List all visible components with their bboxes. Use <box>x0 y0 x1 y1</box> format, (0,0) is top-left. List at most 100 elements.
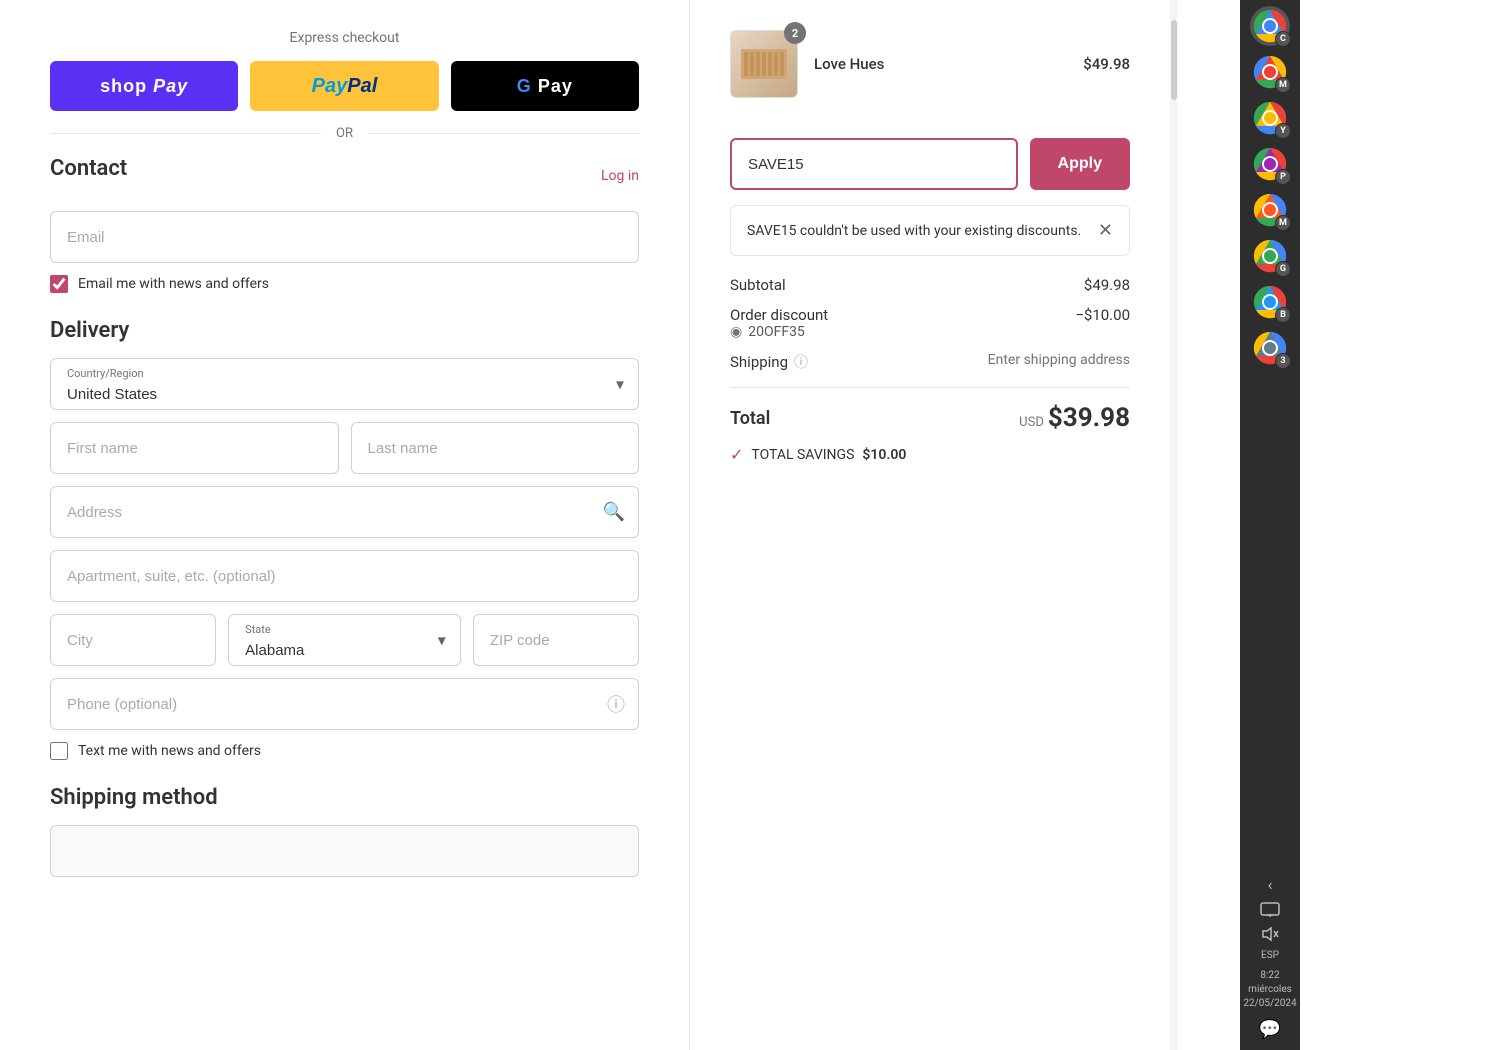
apply-button[interactable]: Apply <box>1030 138 1130 190</box>
chrome-c-avatar: C <box>1275 31 1291 47</box>
product-name: Love Hues <box>814 55 1067 73</box>
order-discount-line: Order discount ◉ 20OFF35 −$10.00 <box>730 306 1130 340</box>
last-name-field[interactable] <box>351 422 640 474</box>
discount-code-line: ◉ 20OFF35 <box>730 324 828 340</box>
subtotal-line: Subtotal $49.98 <box>730 276 1130 294</box>
product-info: Love Hues <box>814 55 1067 73</box>
zip-code-field[interactable] <box>473 614 639 666</box>
or-label: OR <box>336 126 353 141</box>
shipping-help-icon: ⓘ <box>794 352 808 372</box>
paypal-button[interactable]: PayPal <box>250 61 438 111</box>
volume-muted-icon[interactable] <box>1260 926 1280 942</box>
chrome-icon-3[interactable]: 3 <box>1250 328 1290 368</box>
sidebar-icons-top: C M Y <box>1240 0 1300 875</box>
shipping-label-wrap: Shipping ⓘ <box>730 352 808 372</box>
country-region-field[interactable]: Country/Region United States ▾ <box>50 358 639 410</box>
error-text: SAVE15 couldn't be used with your existi… <box>747 223 1081 239</box>
display-icon[interactable] <box>1260 902 1280 918</box>
chrome-p-avatar: P <box>1275 169 1291 185</box>
chrome-icon-y[interactable]: Y <box>1250 98 1290 138</box>
discount-error-message: SAVE15 couldn't be used with your existi… <box>730 205 1130 256</box>
shipping-line: Shipping ⓘ Enter shipping address <box>730 352 1130 372</box>
time-display: 8:22 miércoles 22/05/2024 <box>1243 969 1296 1011</box>
or-divider: OR <box>50 126 639 141</box>
sms-checkbox[interactable] <box>50 742 68 760</box>
gpay-label: G Pay <box>517 76 573 97</box>
chrome-b-avatar: B <box>1275 307 1291 323</box>
chrome-m-avatar: M <box>1275 77 1291 93</box>
shipping-method-box <box>50 825 639 877</box>
browser-sidebar: C M Y <box>1240 0 1300 1050</box>
day-text: miércoles <box>1243 983 1296 997</box>
express-buttons: shop Pay PayPal G Pay <box>50 61 639 111</box>
delivery-title: Delivery <box>50 318 639 343</box>
express-checkout-label: Express checkout <box>50 30 639 46</box>
chrome-y-avatar: Y <box>1275 123 1291 139</box>
chrome-icon-c[interactable]: C <box>1250 6 1290 46</box>
address-field[interactable] <box>50 486 639 538</box>
gpay-button[interactable]: G Pay <box>451 61 639 111</box>
speaker-svg <box>1260 926 1280 942</box>
product-image-wrap: 2 <box>730 30 798 98</box>
shop-pay-label: shop Pay <box>100 76 188 97</box>
shipping-method-section: Shipping method <box>50 785 639 877</box>
error-close-button[interactable]: ✕ <box>1098 220 1113 241</box>
total-value: USD$39.98 <box>1019 403 1130 433</box>
chrome-3-avatar: 3 <box>1275 353 1291 369</box>
total-label: Total <box>730 408 770 429</box>
shop-pay-button[interactable]: shop Pay <box>50 61 238 111</box>
date-text: 22/05/2024 <box>1243 997 1296 1011</box>
product-thumbnail <box>739 39 789 89</box>
subtotal-label: Subtotal <box>730 276 786 294</box>
chrome-icon-b[interactable]: B <box>1250 282 1290 322</box>
paypal-label: PayPal <box>312 75 378 98</box>
state-select[interactable]: Alabama <box>229 635 460 665</box>
scrollbar-thumb[interactable] <box>1171 20 1177 100</box>
phone-field[interactable] <box>50 678 639 730</box>
chrome-icon-m[interactable]: M <box>1250 52 1290 92</box>
savings-line: ✓ TOTAL SAVINGS $10.00 <box>730 445 1130 464</box>
shipping-label: Shipping <box>730 353 788 371</box>
esp-text: ESP <box>1261 950 1279 961</box>
savings-tag-icon: ✓ <box>730 445 743 464</box>
chrome-icon-m2[interactable]: M <box>1250 190 1290 230</box>
phone-help-icon: ⓘ <box>607 691 625 717</box>
savings-label: TOTAL SAVINGS <box>751 447 854 463</box>
product-item: 2 Love Hues $49.98 <box>730 30 1130 118</box>
chrome-icon-g[interactable]: G <box>1250 236 1290 276</box>
total-currency: USD <box>1019 415 1044 430</box>
first-name-field[interactable] <box>50 422 339 474</box>
email-checkbox[interactable] <box>50 275 68 293</box>
log-in-link[interactable]: Log in <box>601 168 639 184</box>
order-summary-panel: 2 Love Hues $49.98 Apply SAVE15 couldn't… <box>690 0 1170 1050</box>
language-label: ESP <box>1261 950 1279 961</box>
savings-value: $10.00 <box>862 447 906 463</box>
notification-icon[interactable]: 💬 <box>1259 1019 1281 1040</box>
discount-code-input[interactable] <box>730 138 1018 190</box>
city-field[interactable] <box>50 614 216 666</box>
address-search-icon: 🔍 <box>603 502 625 523</box>
chrome-icon-p[interactable]: P <box>1250 144 1290 184</box>
email-checkbox-label: Email me with news and offers <box>78 276 269 292</box>
discount-value: −$10.00 <box>1075 306 1130 340</box>
total-line: Total USD$39.98 <box>730 403 1130 433</box>
shipping-method-title: Shipping method <box>50 785 639 810</box>
express-checkout-section: Express checkout shop Pay PayPal G Pay O… <box>50 30 639 141</box>
sidebar-collapse-icon[interactable]: ‹ <box>1268 875 1273 894</box>
apartment-field[interactable] <box>50 550 639 602</box>
discount-code-tag: 20OFF35 <box>748 324 805 340</box>
country-select[interactable]: United States <box>51 379 638 409</box>
monitor-svg <box>1260 902 1280 918</box>
state-field[interactable]: State Alabama ▾ <box>228 614 461 666</box>
order-discount-label: Order discount <box>730 306 828 324</box>
discount-tag-icon: ◉ <box>730 324 742 340</box>
summary-divider <box>730 387 1130 388</box>
contact-section: Contact Log in Email me with news and of… <box>50 156 639 293</box>
delivery-section: Delivery Country/Region United States ▾ <box>50 318 639 760</box>
scrollbar[interactable] <box>1170 0 1178 1050</box>
product-price: $49.98 <box>1083 55 1130 73</box>
shipping-note: Enter shipping address <box>988 352 1130 372</box>
chrome-m2-avatar: M <box>1275 215 1291 231</box>
email-field[interactable] <box>50 211 639 263</box>
sms-checkbox-label: Text me with news and offers <box>78 743 261 759</box>
